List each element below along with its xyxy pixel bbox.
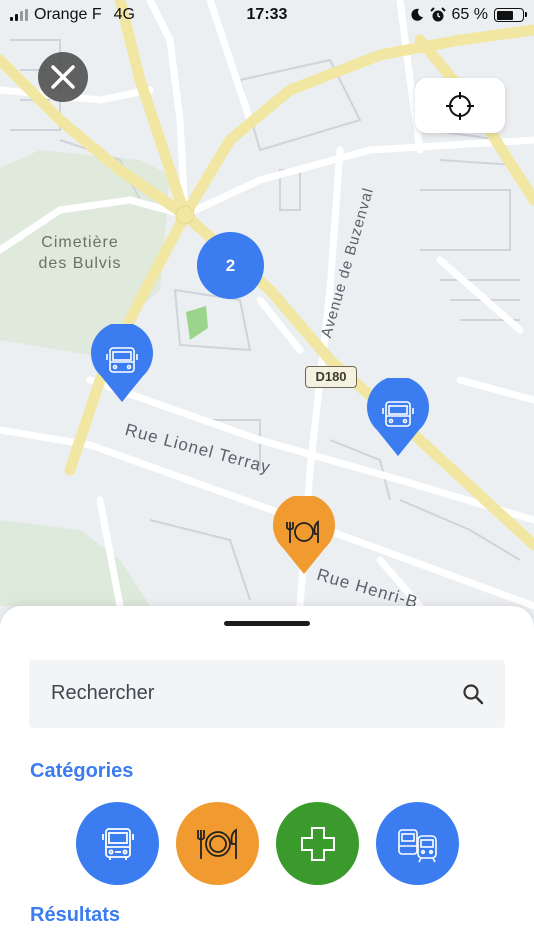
status-bar: Orange F 4G 17:33 65 %: [0, 0, 534, 32]
category-bus-button[interactable]: [76, 802, 159, 885]
locate-me-button[interactable]: [415, 78, 505, 133]
bus-marker[interactable]: [365, 376, 431, 458]
category-list: [76, 802, 459, 885]
search-placeholder: Rechercher: [51, 682, 155, 704]
categories-title: Catégories: [30, 760, 134, 782]
sheet-drag-handle[interactable]: [224, 621, 310, 626]
cemetery-label: Cimetière des Bulvis: [34, 232, 126, 274]
results-title: Résultats: [30, 904, 121, 926]
category-pharmacy-button[interactable]: [276, 802, 359, 885]
battery-icon: [494, 8, 527, 22]
train-icon: [397, 828, 437, 862]
close-button[interactable]: [38, 52, 88, 102]
battery-percent: 65 %: [451, 6, 488, 23]
restaurant-marker[interactable]: [271, 494, 337, 576]
category-transit-button[interactable]: [376, 802, 459, 885]
crosshair-icon: [446, 91, 474, 120]
moon-icon: [410, 8, 423, 21]
bottom-sheet[interactable]: Rechercher Catégories Résultats: [0, 606, 534, 950]
cemetery-label-line2: des Bulvis: [38, 255, 122, 272]
bus-icon: [101, 827, 134, 860]
marker-cluster[interactable]: 2: [197, 232, 264, 299]
bus-marker[interactable]: [89, 322, 155, 404]
map-view[interactable]: Cimetière des Bulvis Rue Lionel Terray R…: [0, 0, 534, 640]
restaurant-icon: [196, 827, 237, 859]
close-icon: [51, 65, 75, 89]
road-number-badge: D180: [305, 366, 357, 388]
status-right: 65 %: [410, 6, 527, 24]
cross-icon: [300, 826, 335, 861]
cemetery-label-line1: Cimetière: [41, 234, 119, 251]
search-icon[interactable]: [461, 682, 485, 706]
battery-fill: [496, 10, 513, 20]
search-input[interactable]: Rechercher: [29, 660, 505, 728]
category-restaurant-button[interactable]: [176, 802, 259, 885]
alarm-icon: [429, 7, 446, 22]
